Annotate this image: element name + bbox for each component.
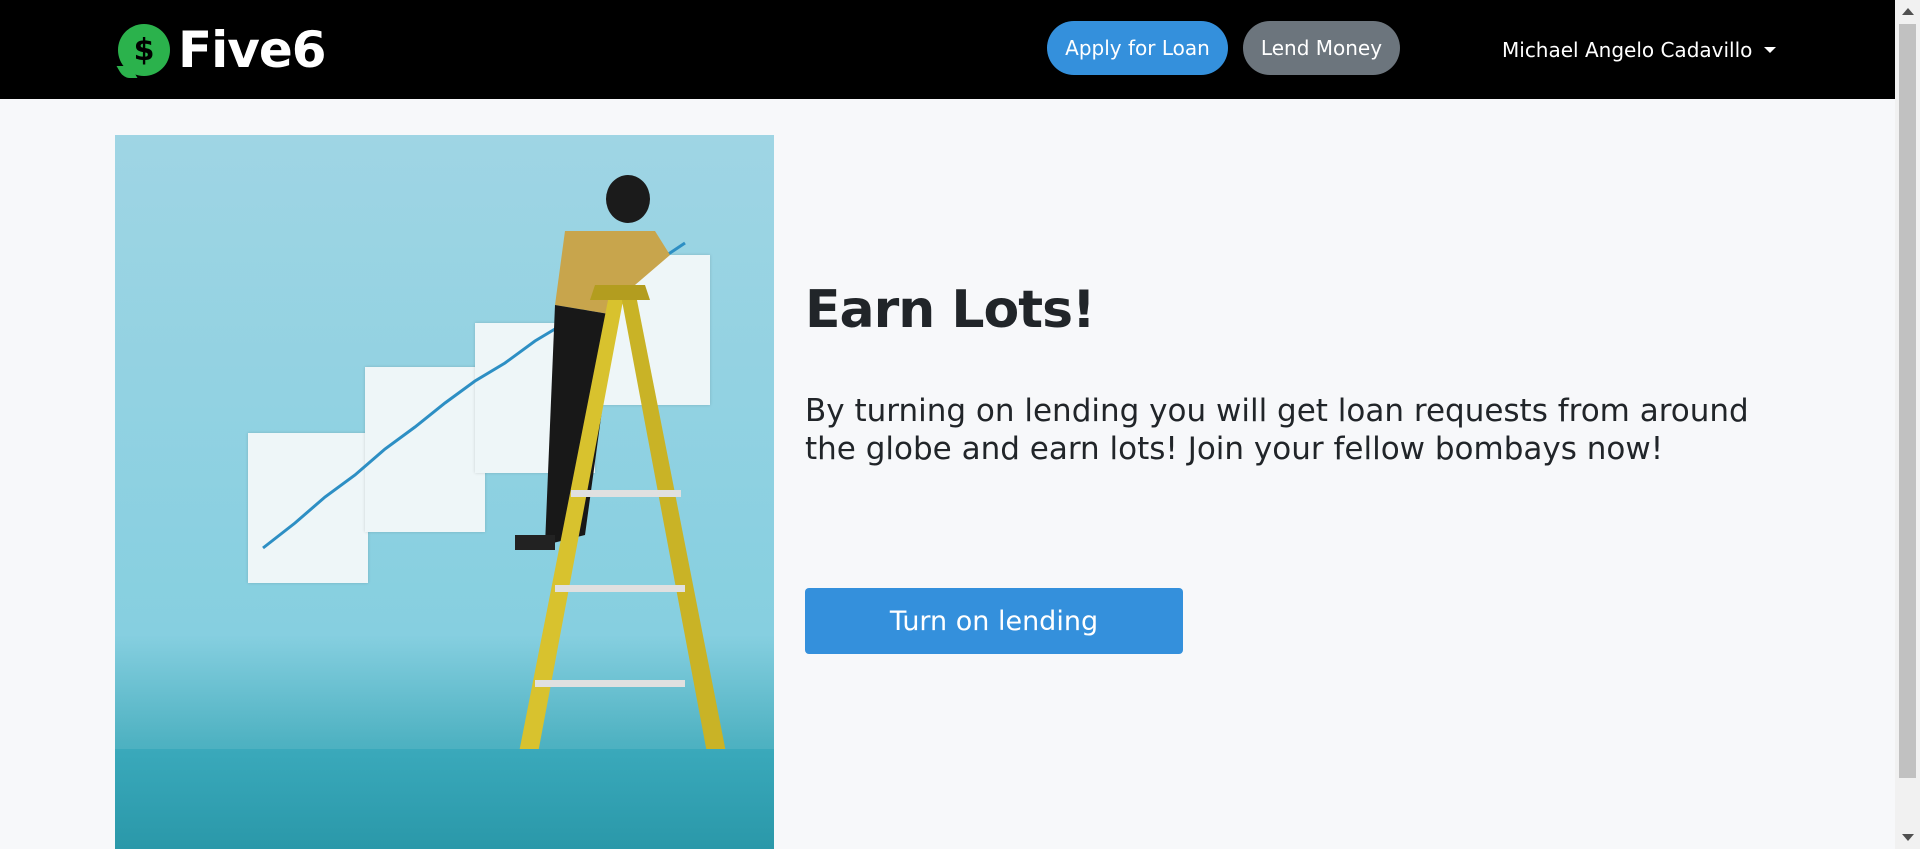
logo-symbol: $: [133, 32, 155, 68]
user-dropdown[interactable]: Michael Angelo Cadavillo: [1502, 35, 1777, 65]
page-headline: Earn Lots!: [805, 280, 1096, 340]
brand-logo[interactable]: $ Five6: [118, 20, 327, 80]
floor: [115, 749, 774, 849]
lending-description: By turning on lending you will get loan …: [805, 393, 1749, 467]
vertical-scrollbar[interactable]: [1895, 0, 1920, 849]
growth-chart-illustration: [262, 175, 745, 849]
apply-for-loan-button[interactable]: Apply for Loan: [1047, 21, 1228, 75]
hero-image: [115, 135, 774, 849]
scroll-down-icon[interactable]: [1902, 834, 1914, 841]
scroll-up-icon[interactable]: [1902, 8, 1914, 15]
scroll-thumb[interactable]: [1899, 24, 1916, 778]
turn-on-lending-button[interactable]: Turn on lending: [805, 588, 1183, 654]
top-navbar: $ Five6 Apply for Loan Lend Money Michae…: [0, 0, 1895, 99]
brand-name: Five6: [178, 21, 327, 79]
dollar-chat-icon: $: [118, 24, 170, 76]
caret-down-icon: [1764, 47, 1777, 53]
user-name: Michael Angelo Cadavillo: [1502, 38, 1753, 62]
lend-money-button[interactable]: Lend Money: [1243, 21, 1400, 75]
